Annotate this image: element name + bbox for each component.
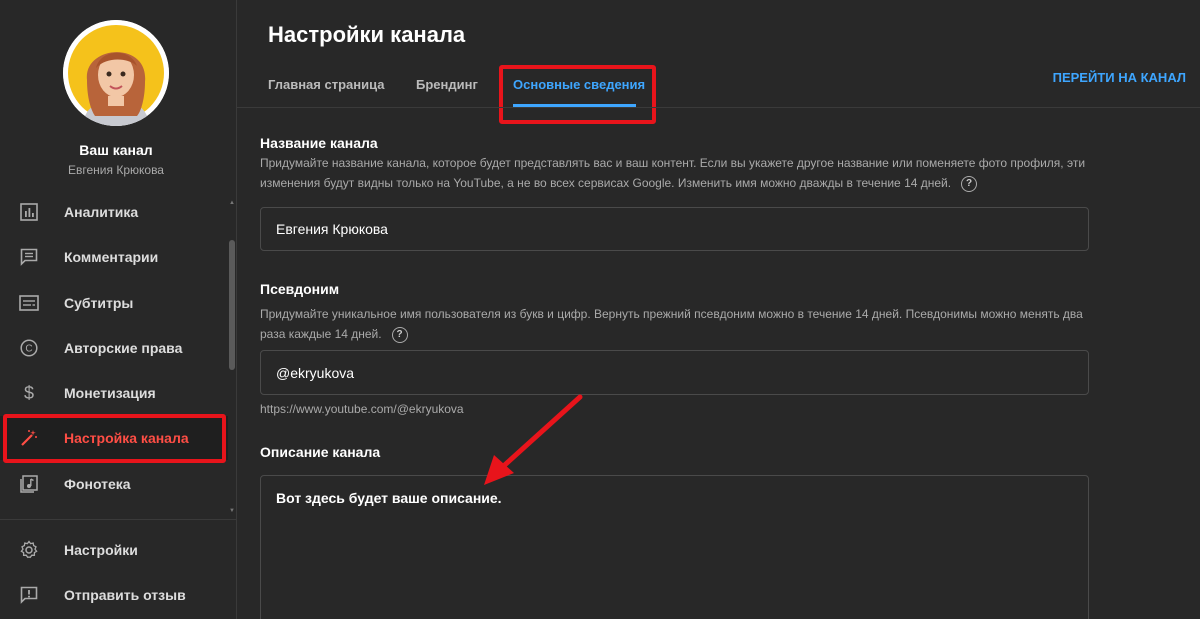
sidebar-item-copyright[interactable]: C Авторские права	[0, 326, 228, 370]
copyright-icon: C	[18, 337, 40, 359]
sidebar-item-label: Аналитика	[64, 204, 139, 220]
audio-library-icon	[18, 473, 40, 495]
description-textarea[interactable]: Вот здесь будет ваше описание.	[260, 475, 1089, 619]
sidebar-item-settings[interactable]: Настройки	[0, 528, 228, 572]
channel-name-hint: Придумайте название канала, которое буде…	[260, 153, 1090, 193]
header-divider	[237, 107, 1200, 108]
feedback-icon	[18, 584, 40, 606]
comments-icon	[18, 246, 40, 268]
sidebar-item-label: Комментарии	[64, 249, 159, 265]
sidebar-scrollbar[interactable]	[229, 240, 235, 370]
scroll-down-arrow[interactable]: ▼	[228, 508, 236, 514]
subtitles-icon	[18, 292, 40, 314]
tab-branding[interactable]: Брендинг	[416, 77, 478, 92]
description-title: Описание канала	[260, 444, 381, 460]
svg-text:C: C	[25, 344, 32, 355]
handle-title: Псевдоним	[260, 281, 340, 297]
handle-input[interactable]	[260, 350, 1089, 395]
channel-avatar[interactable]	[63, 20, 169, 126]
channel-url: https://www.youtube.com/@ekryukova	[260, 402, 464, 416]
channel-owner-name: Евгения Крюкова	[68, 163, 164, 177]
magic-wand-icon	[18, 427, 40, 449]
dollar-icon: $	[18, 382, 40, 404]
highlight-frame-tab	[499, 65, 656, 124]
sidebar-item-label: Настройки	[64, 542, 138, 558]
sidebar-item-monetization[interactable]: $ Монетизация	[0, 371, 228, 415]
handle-hint: Придумайте уникальное имя пользователя и…	[260, 304, 1090, 344]
sidebar-item-label: Отправить отзыв	[64, 587, 186, 603]
svg-text:$: $	[24, 383, 34, 403]
tab-home-page[interactable]: Главная страница	[268, 77, 384, 92]
gear-icon	[18, 539, 40, 561]
sidebar-item-audio-library[interactable]: Фонотека	[0, 462, 228, 506]
go-to-channel-link[interactable]: ПЕРЕЙТИ НА КАНАЛ	[1053, 70, 1186, 85]
sidebar-item-label: Фонотека	[64, 476, 131, 492]
your-channel-label: Ваш канал	[79, 142, 153, 158]
sidebar-item-channel-customization[interactable]: Настройка канала	[0, 416, 228, 460]
sidebar: Ваш канал Евгения Крюкова Аналитика Комм…	[0, 0, 237, 619]
sidebar-item-comments[interactable]: Комментарии	[0, 235, 228, 279]
scroll-up-arrow[interactable]: ▲	[228, 200, 236, 206]
sidebar-divider	[0, 519, 236, 520]
sidebar-item-label: Авторские права	[64, 340, 183, 356]
sidebar-item-analytics[interactable]: Аналитика	[0, 190, 228, 234]
channel-name-input[interactable]	[260, 207, 1089, 251]
sidebar-item-label: Субтитры	[64, 295, 134, 311]
sidebar-item-send-feedback[interactable]: Отправить отзыв	[0, 573, 228, 617]
sidebar-item-label: Настройка канала	[64, 430, 189, 446]
tab-basic-info[interactable]: Основные сведения	[513, 77, 645, 92]
sidebar-item-label: Монетизация	[64, 385, 156, 401]
sidebar-item-subtitles[interactable]: Субтитры	[0, 281, 228, 325]
channel-name-title: Название канала	[260, 135, 378, 151]
page-title: Настройки канала	[268, 22, 466, 47]
analytics-icon	[18, 201, 40, 223]
avatar-illustration	[63, 20, 169, 126]
help-icon[interactable]: ?	[391, 326, 408, 343]
help-icon[interactable]: ?	[961, 175, 978, 192]
handle-hint-text: Придумайте уникальное имя пользователя и…	[260, 307, 1083, 341]
